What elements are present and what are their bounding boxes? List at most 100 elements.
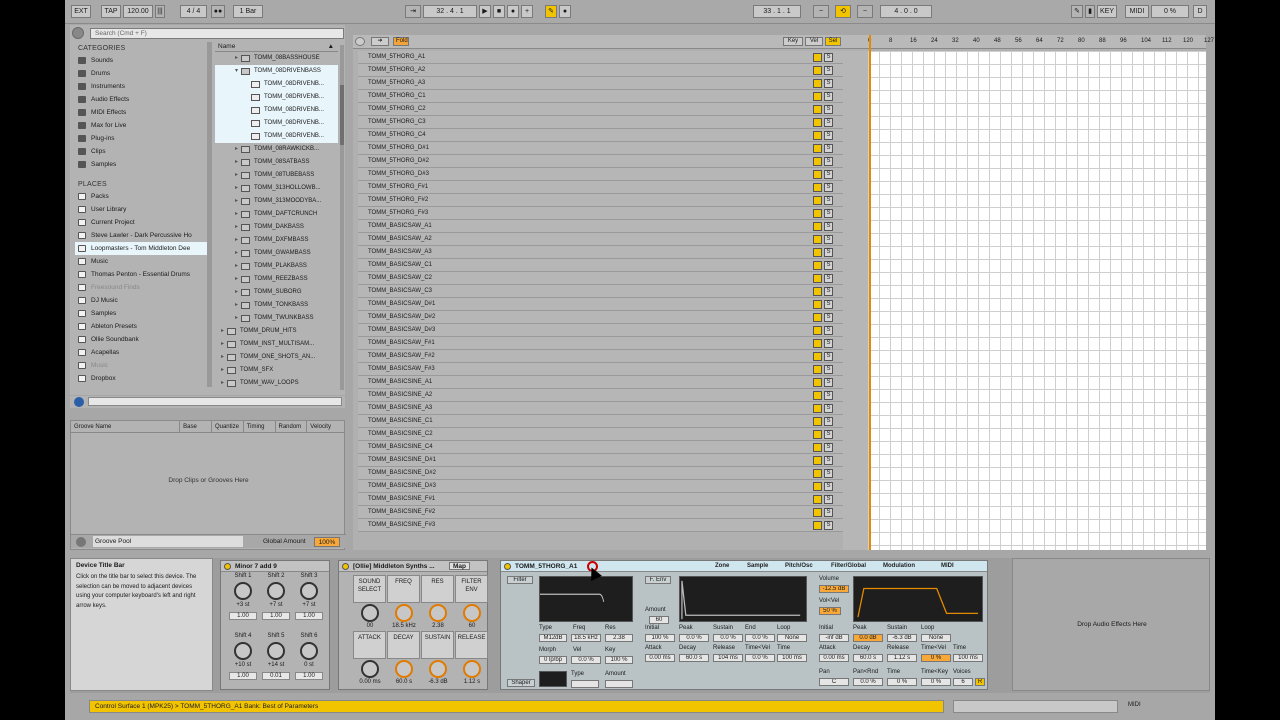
fenv-param-field[interactable]: 0.0 % [679, 634, 709, 642]
track-row[interactable]: TOMM_BASICSAW_D#2 S [358, 311, 843, 324]
device-power-icon[interactable] [224, 563, 231, 570]
vol-vel-field[interactable]: 50 % [819, 607, 841, 615]
file-list-item[interactable]: ▾ TOMM_08DRIVENBASS [215, 65, 338, 78]
track-row[interactable]: TOMM_BASICSINE_C1 S [358, 415, 843, 428]
macro-knob[interactable] [429, 660, 447, 678]
sidebar-item-packs[interactable]: Packs [75, 190, 208, 203]
track-row[interactable]: TOMM_5THORG_A2 S [358, 64, 843, 77]
track-row[interactable]: TOMM_5THORG_C3 S [358, 116, 843, 129]
file-list-item[interactable]: ▸ TOMM_DRUM_HITS [215, 325, 338, 338]
macro-knob[interactable] [463, 660, 481, 678]
sampler-power-icon[interactable] [504, 563, 511, 570]
preview-waveform[interactable] [88, 397, 342, 406]
preview-speaker-icon[interactable] [813, 260, 822, 270]
play-icon[interactable]: ▶ [479, 5, 491, 18]
solo-button[interactable]: S [824, 65, 833, 75]
aenv-param-field[interactable]: 60.0 s [853, 654, 883, 662]
midi-map-button[interactable]: MIDI [1125, 5, 1149, 18]
draw-mode-icon[interactable]: ✎ [1071, 5, 1083, 18]
sidebar-item-midi-effects[interactable]: MIDI Effects [75, 106, 208, 119]
preview-speaker-icon[interactable] [813, 78, 822, 88]
pan-field[interactable]: C [819, 678, 849, 686]
shift-knob[interactable] [300, 582, 318, 600]
track-row[interactable]: TOMM_BASICSAW_A2 S [358, 233, 843, 246]
sidebar-scrollbar[interactable] [207, 42, 212, 387]
sidebar-item-music[interactable]: Music [75, 255, 208, 268]
browser-toggle-icon[interactable] [72, 27, 84, 39]
macro-knob[interactable] [395, 604, 413, 622]
track-row[interactable]: TOMM_5THORG_D#1 S [358, 142, 843, 155]
morph-field[interactable]: 0 lp/bp [539, 656, 567, 664]
loop-start-field[interactable]: 33 . 1 . 1 [753, 5, 801, 18]
track-row[interactable]: TOMM_5THORG_F#3 S [358, 207, 843, 220]
solo-button[interactable]: S [824, 299, 833, 309]
sidebar-item-ollie-soundbank[interactable]: Ollie Soundbank [75, 333, 208, 346]
aenv-param-field[interactable]: -6.3 dB [887, 634, 917, 642]
metronome-icon[interactable]: ●● [211, 5, 225, 18]
solo-button[interactable]: S [824, 377, 833, 387]
groove-col-name[interactable]: Groove Name [71, 421, 181, 432]
vel-field[interactable]: 0.0 % [571, 656, 601, 664]
retrigger-button[interactable]: R [975, 678, 985, 686]
tab-modulation[interactable]: Modulation [883, 563, 915, 571]
shift-knob[interactable] [234, 582, 252, 600]
track-row[interactable]: TOMM_BASICSAW_F#3 S [358, 363, 843, 376]
tab-filter-global[interactable]: Filter/Global [831, 563, 866, 571]
filter-type-select[interactable]: M12dB [539, 634, 567, 642]
solo-button[interactable]: S [824, 221, 833, 231]
preview-speaker-icon[interactable] [813, 52, 822, 62]
aenv-param-field[interactable]: None [921, 634, 951, 642]
file-list-item[interactable]: TOMM_08DRIVENB... [215, 104, 338, 117]
track-row[interactable]: TOMM_BASICSINE_C4 S [358, 441, 843, 454]
preview-speaker-icon[interactable] [813, 481, 822, 491]
shift-velocity-field[interactable]: 1.00 [295, 612, 323, 620]
file-list-item[interactable]: TOMM_08DRIVENB... [215, 78, 338, 91]
sidebar-item-clips[interactable]: Clips [75, 145, 208, 158]
fenv-param-field[interactable]: 0.0 % [745, 634, 775, 642]
back-arrow-icon[interactable]: ➜ [371, 37, 389, 46]
key-field[interactable]: 100 % [605, 656, 633, 664]
file-list-item[interactable]: ▸ TOMM_313HOLLOWB... [215, 182, 338, 195]
file-list-item[interactable]: ▸ TOMM_SUBORG [215, 286, 338, 299]
solo-button[interactable]: S [824, 520, 833, 530]
track-row[interactable]: TOMM_5THORG_D#2 S [358, 155, 843, 168]
fenv-param-field[interactable]: 0.0 % [713, 634, 743, 642]
shift-velocity-field[interactable]: 1.00 [229, 612, 257, 620]
aenv-param-field[interactable]: 100 ms [953, 654, 983, 662]
solo-button[interactable]: S [824, 403, 833, 413]
rack-power-icon[interactable] [342, 563, 349, 570]
track-row[interactable]: TOMM_5THORG_D#3 S [358, 168, 843, 181]
fold-button[interactable]: Fold [393, 37, 409, 46]
macro-knob[interactable] [395, 660, 413, 678]
map-button[interactable]: Map [449, 562, 470, 570]
preview-speaker-icon[interactable] [813, 325, 822, 335]
sidebar-item-dropbox[interactable]: Dropbox [75, 372, 208, 385]
sidebar-item-acapellas[interactable]: Acapellas [75, 346, 208, 359]
solo-button[interactable]: S [824, 273, 833, 283]
fenv-param-field[interactable]: 0.00 ms [645, 654, 675, 662]
preview-speaker-icon[interactable] [813, 377, 822, 387]
preview-speaker-icon[interactable] [813, 208, 822, 218]
volume-field[interactable]: -12.5 dB [819, 585, 849, 593]
solo-button[interactable]: S [824, 325, 833, 335]
file-list-item[interactable]: ▸ TOMM_08RAWKICKB... [215, 143, 338, 156]
filter-toggle[interactable]: Filter [507, 576, 533, 584]
preview-speaker-icon[interactable] [813, 104, 822, 114]
solo-button[interactable]: S [824, 195, 833, 205]
tab-midi[interactable]: MIDI [941, 563, 954, 571]
groove-col-timing[interactable]: Timing [244, 421, 276, 432]
preview-speaker-icon[interactable] [813, 182, 822, 192]
track-row[interactable]: TOMM_BASICSAW_A3 S [358, 246, 843, 259]
file-list-item[interactable]: ▸ TOMM_WAV_LOOPS [215, 377, 338, 390]
preview-headphones-icon[interactable] [74, 397, 84, 407]
solo-button[interactable]: S [824, 260, 833, 270]
file-list-item[interactable]: ▸ TOMM_SFX [215, 364, 338, 377]
shift-knob[interactable] [300, 642, 318, 660]
tab-pitch-osc[interactable]: Pitch/Osc [785, 563, 813, 571]
preview-speaker-icon[interactable] [813, 520, 822, 530]
macro-knob[interactable] [361, 660, 379, 678]
track-row[interactable]: TOMM_5THORG_F#1 S [358, 181, 843, 194]
preview-speaker-icon[interactable] [813, 65, 822, 75]
preview-speaker-icon[interactable] [813, 390, 822, 400]
sidebar-item-dj-music[interactable]: DJ Music [75, 294, 208, 307]
